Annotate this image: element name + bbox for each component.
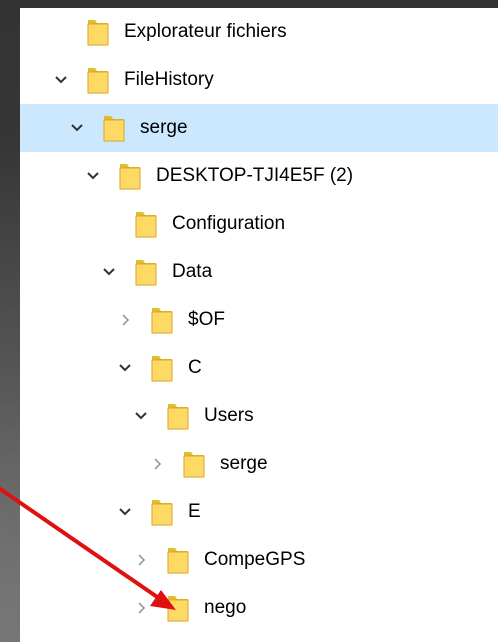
chevron-right-icon[interactable] <box>133 600 149 616</box>
chevron-right-icon[interactable] <box>133 552 149 568</box>
tree-item-label: serge <box>220 453 268 474</box>
tree-item[interactable]: DESKTOP-TJI4E5F (2) <box>20 152 498 200</box>
tree-item[interactable]: Users <box>20 392 498 440</box>
chevron-down-icon[interactable] <box>53 72 69 88</box>
tree-item-label: CompeGPS <box>204 549 306 570</box>
tree-item-label: Explorateur fichiers <box>124 21 287 42</box>
folder-icon <box>134 210 158 238</box>
tree-item[interactable]: FileHistory <box>20 56 498 104</box>
folder-icon <box>86 18 110 46</box>
tree-item-label: Configuration <box>172 213 286 234</box>
tree-item[interactable]: E <box>20 488 498 536</box>
folder-icon <box>150 306 174 334</box>
folder-icon <box>166 402 190 430</box>
tree-item[interactable]: C <box>20 344 498 392</box>
folder-icon <box>150 354 174 382</box>
tree-item[interactable]: Configuration <box>20 200 498 248</box>
folder-icon <box>166 546 190 574</box>
folder-icon <box>118 162 142 190</box>
folder-icon <box>150 498 174 526</box>
tree-item-label: serge <box>140 117 188 138</box>
tree-item-label: nego <box>204 597 247 618</box>
tree-item[interactable]: Explorateur fichiers <box>20 8 498 56</box>
tree-item[interactable]: CompeGPS <box>20 536 498 584</box>
tree-item-label: Users <box>204 405 254 426</box>
tree-item-label: Data <box>172 261 213 282</box>
chevron-right-icon[interactable] <box>117 312 133 328</box>
folder-icon <box>86 66 110 94</box>
chevron-down-icon[interactable] <box>117 360 133 376</box>
folder-icon <box>182 450 206 478</box>
chevron-down-icon[interactable] <box>85 168 101 184</box>
chevron-down-icon[interactable] <box>133 408 149 424</box>
chevron-right-icon[interactable] <box>149 456 165 472</box>
tree-item-label: C <box>188 357 202 378</box>
tree-item[interactable]: Data <box>20 248 498 296</box>
tree-item-label: DESKTOP-TJI4E5F (2) <box>156 165 354 186</box>
chevron-down-icon[interactable] <box>101 264 117 280</box>
folder-icon <box>102 114 126 142</box>
tree-item[interactable]: $OF <box>20 296 498 344</box>
tree-item[interactable]: serge <box>20 440 498 488</box>
tree-item-label: E <box>188 501 201 522</box>
chevron-down-icon[interactable] <box>117 504 133 520</box>
tree-item-label: FileHistory <box>124 69 214 90</box>
tree-item[interactable]: serge <box>20 104 498 152</box>
tree-item[interactable]: nego <box>20 584 498 632</box>
navigation-tree-pane: Explorateur fichiers FileHistory serge DESK… <box>20 8 498 642</box>
folder-icon <box>166 594 190 622</box>
chevron-down-icon[interactable] <box>69 120 85 136</box>
tree-item-label: $OF <box>188 309 225 330</box>
folder-icon <box>134 258 158 286</box>
